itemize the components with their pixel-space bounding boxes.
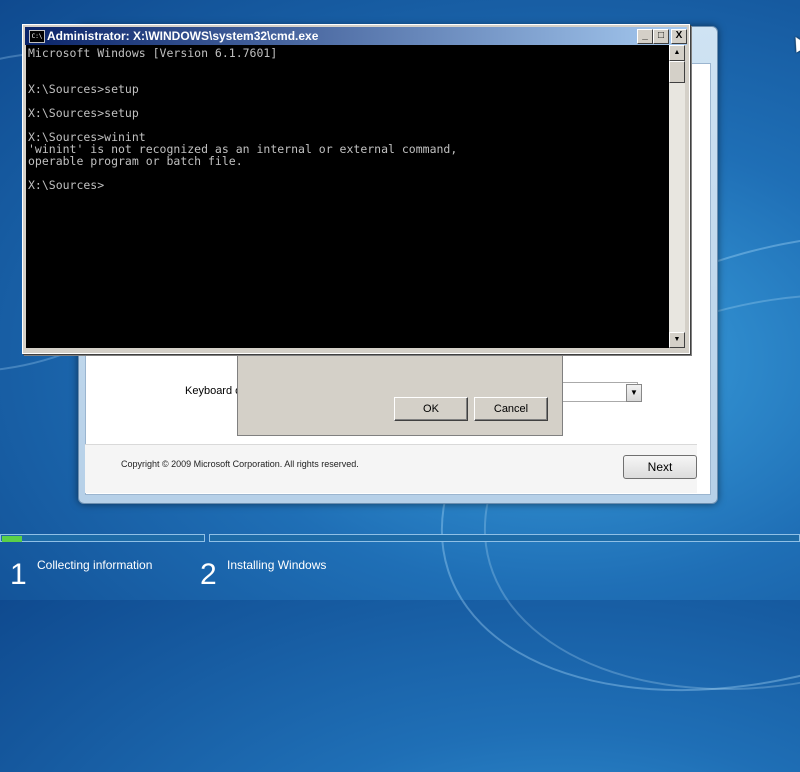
next-button[interactable]: Next <box>623 455 697 479</box>
scrollbar-thumb[interactable] <box>669 61 685 83</box>
maximize-button[interactable]: □ <box>653 29 669 44</box>
scroll-down-arrow-icon[interactable]: ▼ <box>669 332 685 348</box>
next-button-label: Next <box>647 460 673 474</box>
copyright-text: Copyright © 2009 Microsoft Corporation. … <box>121 459 359 469</box>
step-2-number: 2 <box>200 558 217 591</box>
vertical-scrollbar[interactable]: ▲ ▼ <box>669 45 685 348</box>
progress-step-1 <box>0 534 205 542</box>
cmd-title-text: Administrator: X:\WINDOWS\system32\cmd.e… <box>47 29 319 43</box>
setup-footer: Copyright © 2009 Microsoft Corporation. … <box>85 444 697 493</box>
console-output[interactable]: Microsoft Windows [Version 6.1.7601] X:\… <box>26 45 669 348</box>
close-button[interactable]: X <box>671 29 687 44</box>
step-1-label: Collecting information <box>37 558 153 572</box>
cmd-window[interactable]: C:\ Administrator: X:\WINDOWS\system32\c… <box>22 24 690 354</box>
chevron-down-icon[interactable]: ▼ <box>626 384 642 402</box>
step-1-number: 1 <box>10 558 27 591</box>
mouse-pointer-icon <box>789 33 800 53</box>
step-2-label: Installing Windows <box>227 558 327 572</box>
keyboard-label: Keyboard o <box>185 385 242 397</box>
scroll-up-arrow-icon[interactable]: ▲ <box>669 45 685 61</box>
setup-progress <box>0 534 800 542</box>
minimize-button[interactable]: _ <box>637 29 653 44</box>
progress-step-2 <box>209 534 800 542</box>
cmd-title-bar[interactable]: C:\ Administrator: X:\WINDOWS\system32\c… <box>25 27 687 45</box>
cancel-button[interactable]: Cancel <box>474 397 548 421</box>
cmd-icon[interactable]: C:\ <box>29 30 45 43</box>
progress-step-1-fill <box>2 536 22 542</box>
ok-button[interactable]: OK <box>394 397 468 421</box>
setup-dialog: OK Cancel <box>237 340 563 436</box>
